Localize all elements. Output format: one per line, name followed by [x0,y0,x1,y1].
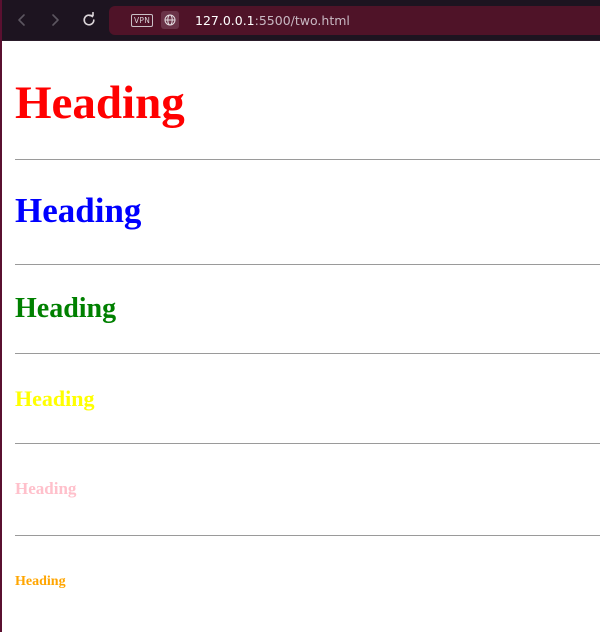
back-button[interactable] [10,8,34,32]
reload-icon [81,12,97,28]
heading-5: Heading [15,479,77,498]
url-path: :5500/two.html [254,13,350,28]
vpn-badge[interactable]: VPN [131,14,154,27]
heading-1: Heading [15,77,185,129]
heading-2: Heading [15,191,142,230]
globe-icon[interactable] [161,11,179,29]
heading-3: Heading [15,293,117,324]
heading-6: Heading [15,574,66,589]
url-text[interactable]: 127.0.0.1:5500/two.html [195,6,350,35]
browser-window: VPN 127.0.0.1:5500/two.html Heading Head… [0,0,600,632]
forward-button[interactable] [43,8,67,32]
forward-arrow-icon [48,13,62,27]
page-content: Heading Heading Heading Heading Heading … [15,41,600,620]
reload-button[interactable] [77,8,101,32]
address-bar[interactable]: VPN 127.0.0.1:5500/two.html [109,6,600,35]
url-host: 127.0.0.1 [195,13,255,28]
heading-4: Heading [15,386,95,411]
browser-toolbar: VPN 127.0.0.1:5500/two.html [2,0,600,41]
back-arrow-icon [15,13,29,27]
